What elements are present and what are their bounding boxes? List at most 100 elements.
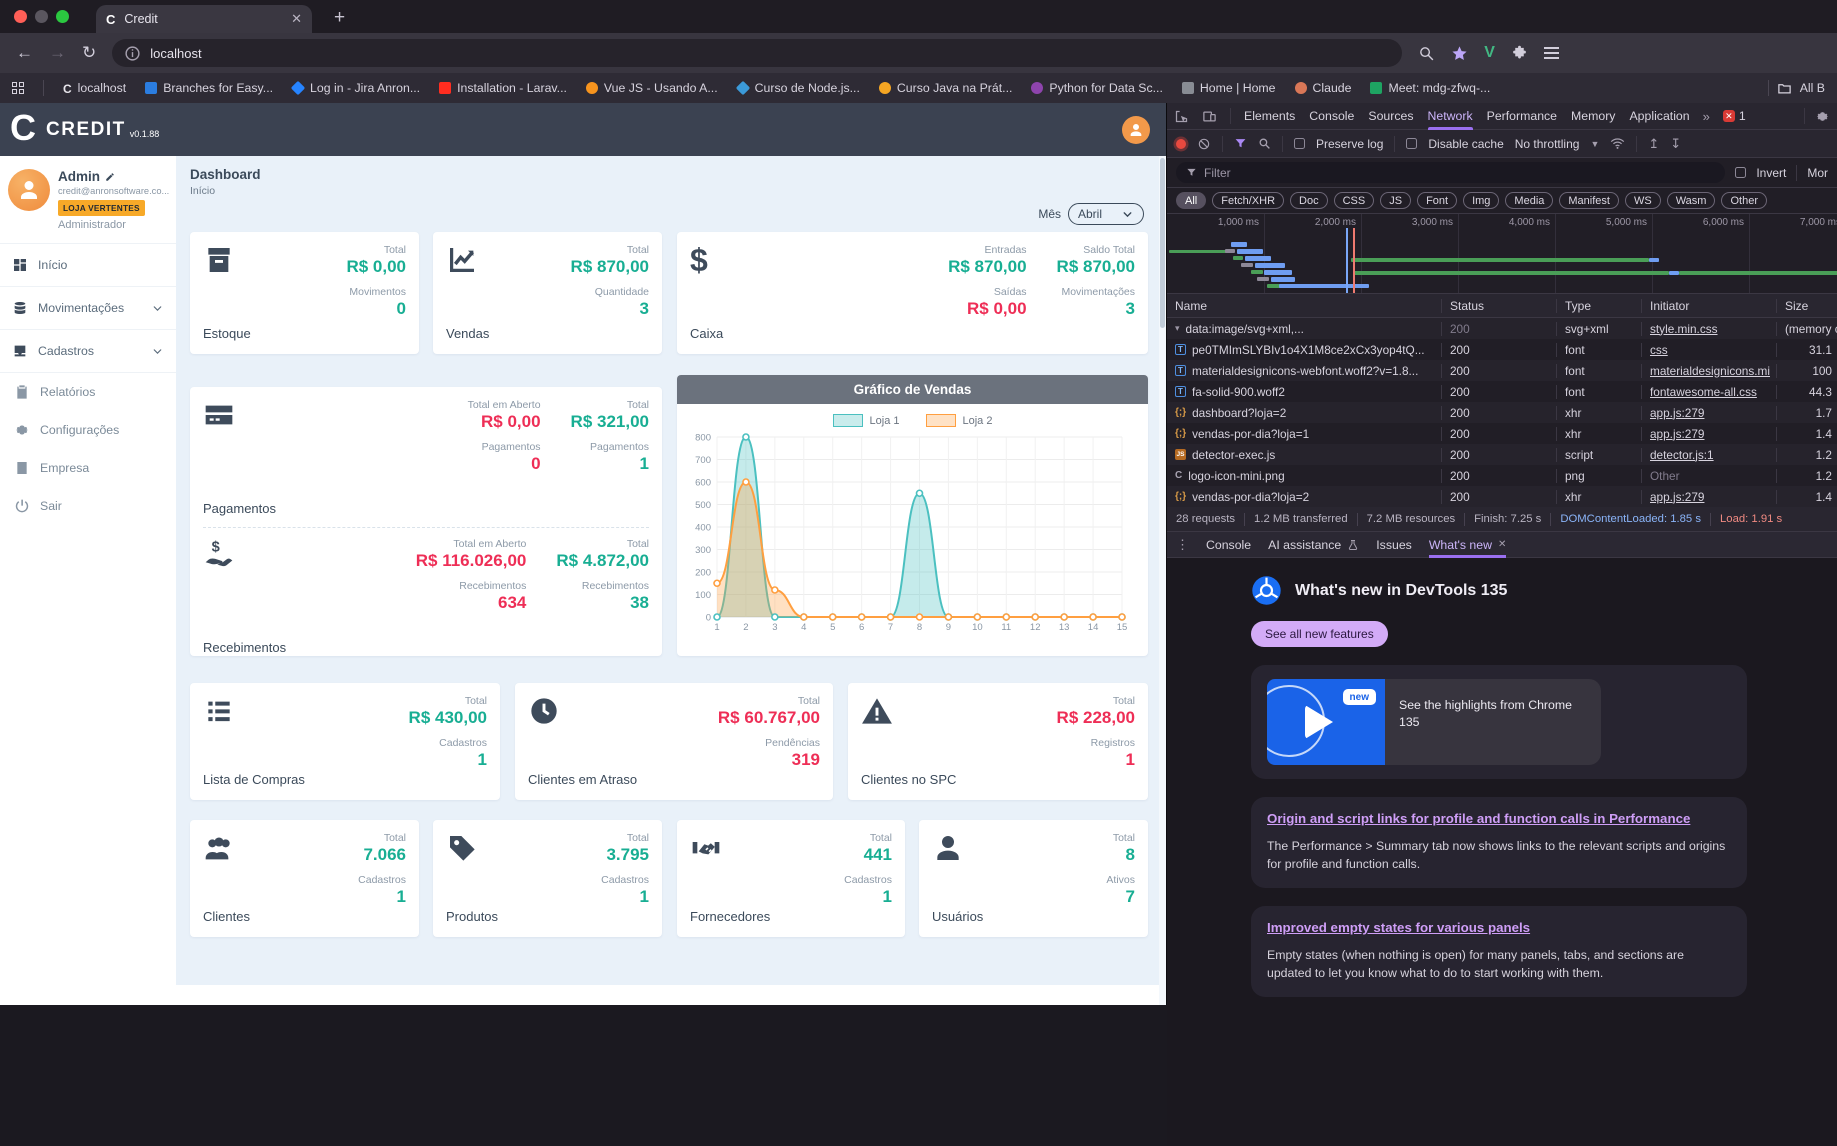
network-request-row[interactable]: {;} vendas-por-dia?loja=2 200 xhr app.js:279… <box>1167 486 1837 507</box>
apps-grid-icon[interactable] <box>12 82 24 94</box>
record-network-log-button[interactable] <box>1176 138 1186 149</box>
devtools-tab-application[interactable]: Application <box>1629 103 1689 130</box>
search-network-icon[interactable] <box>1258 137 1271 150</box>
type-filter-doc[interactable]: Doc <box>1290 192 1328 209</box>
feature-title-link[interactable]: Improved empty states for various panels <box>1267 920 1731 935</box>
sidebar-item-sair[interactable]: Sair <box>0 487 176 525</box>
devtools-settings-gear-icon[interactable] <box>1815 109 1830 124</box>
bookmark-item[interactable]: Meet: mdg-zfwq-... <box>1370 81 1490 95</box>
devtools-tab-performance[interactable]: Performance <box>1487 103 1557 130</box>
column-header-size[interactable]: Size <box>1777 299 1837 313</box>
network-request-row[interactable]: Tfa-solid-900.woff2 200 font fontawesome-al… <box>1167 381 1837 402</box>
tab-close-icon[interactable]: ✕ <box>291 11 302 27</box>
type-filter-img[interactable]: Img <box>1463 192 1500 209</box>
request-initiator[interactable]: app.js:279 <box>1642 426 1777 441</box>
type-filter-other[interactable]: Other <box>1721 192 1767 209</box>
month-select[interactable]: Abril <box>1068 203 1144 225</box>
devtools-tab-console[interactable]: Console <box>1309 103 1354 130</box>
browser-tab[interactable]: C Credit ✕ <box>96 5 312 33</box>
edit-pencil-icon[interactable] <box>105 172 115 182</box>
network-conditions-icon[interactable] <box>1610 136 1625 151</box>
highlight-card[interactable]: new See the highlights from Chrome 135 <box>1251 665 1747 779</box>
sidebar-item-empresa[interactable]: Empresa <box>0 449 176 487</box>
error-badge[interactable]: ✕ 1 <box>1722 109 1746 123</box>
close-icon[interactable]: ✕ <box>1498 539 1506 550</box>
devtools-tab-elements[interactable]: Elements <box>1244 103 1295 130</box>
bookmark-item[interactable]: Vue JS - Usando A... <box>585 81 718 95</box>
bookmark-item[interactable]: Curso de Node.js... <box>735 80 860 96</box>
request-initiator[interactable]: style.min.css <box>1642 321 1777 336</box>
back-icon[interactable]: ← <box>16 43 33 63</box>
drawer-tab-ai-assistance[interactable]: AI assistance <box>1268 532 1359 558</box>
bookmark-item[interactable]: Python for Data Sc... <box>1031 81 1163 95</box>
bookmark-item[interactable]: Claude <box>1294 81 1351 95</box>
filter-input[interactable]: Filter <box>1176 162 1726 183</box>
inspect-element-icon[interactable] <box>1174 109 1189 124</box>
network-request-row[interactable]: JS detector-exec.js 200 script detector.js:1… <box>1167 444 1837 465</box>
extensions-puzzle-icon[interactable] <box>1511 45 1528 62</box>
bookmark-item[interactable]: Branches for Easy... <box>145 81 273 95</box>
column-header-status[interactable]: Status <box>1442 298 1557 313</box>
import-har-icon[interactable]: ↥ <box>1648 136 1659 152</box>
minimize-window-button[interactable] <box>35 10 48 23</box>
request-initiator[interactable]: materialdesignicons.mi <box>1642 363 1777 378</box>
type-filter-media[interactable]: Media <box>1505 192 1554 209</box>
forward-icon[interactable]: → <box>49 43 66 63</box>
more-filters-label[interactable]: Mor <box>1807 166 1828 180</box>
request-initiator[interactable]: app.js:279 <box>1642 405 1777 420</box>
network-overview-timeline[interactable]: 1,000 ms 2,000 ms 3,000 ms 4,000 ms 5,000 ms… <box>1167 214 1837 294</box>
invert-checkbox[interactable] <box>1735 167 1747 178</box>
sidebar-item-cadastros[interactable]: Cadastros <box>0 330 176 373</box>
network-request-row[interactable]: Tmaterialdesignicons-webfont.woff2?v=1.8… <box>1167 360 1837 381</box>
type-filter-wasm[interactable]: Wasm <box>1666 192 1716 209</box>
network-request-row[interactable]: {;} dashboard?loja=2 200 xhr app.js:279 1.7 <box>1167 402 1837 423</box>
type-filter-ws[interactable]: WS <box>1624 192 1661 209</box>
drawer-menu-kebab-icon[interactable]: ⋮ <box>1176 537 1189 553</box>
network-request-row[interactable]: ▾ data:image/svg+xml,... 200 svg+xml style.m… <box>1167 318 1837 339</box>
sidebar-item-inicio[interactable]: Início <box>0 244 176 287</box>
drawer-tab-console[interactable]: Console <box>1206 532 1251 558</box>
drawer-tab-what-s-new[interactable]: What's new ✕ <box>1428 532 1506 558</box>
clear-network-log-icon[interactable] <box>1197 137 1211 151</box>
address-bar[interactable]: localhost <box>112 39 1403 67</box>
device-toolbar-icon[interactable] <box>1202 109 1217 124</box>
sidebar-item-configuracoes[interactable]: Configurações <box>0 411 176 449</box>
header-user-avatar[interactable] <box>1122 115 1150 144</box>
request-initiator[interactable]: app.js:279 <box>1642 489 1777 504</box>
column-header-name[interactable]: Name <box>1167 298 1442 313</box>
type-filter-js[interactable]: JS <box>1380 192 1412 209</box>
highlight-video-thumbnail[interactable]: new <box>1267 679 1385 765</box>
devtools-tab-sources[interactable]: Sources <box>1368 103 1413 130</box>
feature-title-link[interactable]: Origin and script links for profile and … <box>1267 811 1731 826</box>
filter-funnel-icon[interactable] <box>1234 137 1247 150</box>
vue-devtools-extension-icon[interactable]: V <box>1484 44 1495 62</box>
bookmark-item[interactable]: Installation - Larav... <box>439 81 567 95</box>
request-initiator[interactable]: detector.js:1 <box>1642 447 1777 462</box>
bookmark-item[interactable]: Clocalhost <box>63 81 126 96</box>
new-tab-button[interactable]: + <box>334 7 345 29</box>
see-all-features-button[interactable]: See all new features <box>1251 621 1388 647</box>
type-filter-manifest[interactable]: Manifest <box>1559 192 1619 209</box>
network-request-row[interactable]: {;} vendas-por-dia?loja=1 200 xhr app.js:279… <box>1167 423 1837 444</box>
devtools-tab-memory[interactable]: Memory <box>1571 103 1615 130</box>
column-header-type[interactable]: Type <box>1557 298 1642 313</box>
reload-icon[interactable]: ↻ <box>82 43 96 63</box>
request-initiator[interactable]: fontawesome-all.css <box>1642 384 1777 399</box>
disable-cache-checkbox[interactable] <box>1406 138 1418 149</box>
site-info-icon[interactable] <box>124 45 141 62</box>
more-tabs-icon[interactable]: » <box>1703 109 1710 124</box>
bookmark-star-icon[interactable] <box>1451 45 1468 62</box>
type-filter-css[interactable]: CSS <box>1333 192 1375 209</box>
sidebar-item-movimentacoes[interactable]: Movimentações <box>0 287 176 330</box>
throttling-select[interactable]: No throttling <box>1515 137 1580 151</box>
network-request-row[interactable]: Tpe0TMImSLYBIv1o4X1M8ce2xCx3yop4tQ... 200… <box>1167 339 1837 360</box>
type-filter-fetch-xhr[interactable]: Fetch/XHR <box>1212 192 1285 209</box>
preserve-log-checkbox[interactable] <box>1294 138 1305 149</box>
browser-menu-icon[interactable] <box>1543 47 1559 59</box>
window-controls[interactable] <box>14 10 69 23</box>
sidebar-item-relatorios[interactable]: Relatórios <box>0 373 176 411</box>
close-window-button[interactable] <box>14 10 27 23</box>
main-scrollbar[interactable] <box>1159 156 1166 1005</box>
legend-item[interactable]: Loja 1 <box>832 414 900 427</box>
bookmark-item[interactable]: Curso Java na Prát... <box>878 81 1012 95</box>
